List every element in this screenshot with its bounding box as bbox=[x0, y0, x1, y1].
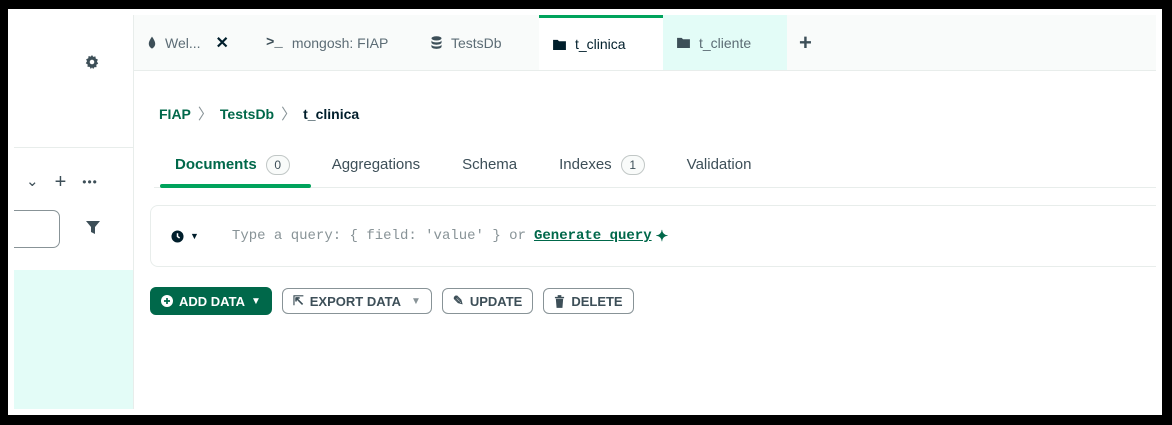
gear-icon[interactable] bbox=[85, 55, 99, 69]
sidebar-selected-area bbox=[14, 270, 133, 409]
breadcrumb-collection: t_clinica bbox=[303, 105, 360, 122]
update-button[interactable]: ✎ UPDATE bbox=[441, 288, 534, 314]
tab-documents[interactable]: Documents 0 bbox=[154, 142, 311, 188]
export-data-label: EXPORT DATA bbox=[309, 293, 402, 309]
terminal-icon: >_ bbox=[266, 34, 283, 51]
delete-button[interactable]: DELETE bbox=[543, 288, 634, 314]
tab-validation[interactable]: Validation bbox=[666, 142, 773, 187]
tab-indexes-label: Indexes bbox=[559, 156, 612, 173]
sparkle-icon: ✦ bbox=[655, 228, 669, 245]
export-icon: ⇱ bbox=[292, 293, 304, 308]
tab-aggregations[interactable]: Aggregations bbox=[311, 142, 441, 187]
close-icon[interactable]: ✕ bbox=[216, 33, 229, 53]
caret-down-icon: ▼ bbox=[250, 295, 261, 307]
sidebar-search-input[interactable] bbox=[14, 210, 60, 248]
query-input[interactable]: Type a query: { field: 'value' } or bbox=[232, 228, 526, 244]
new-tab-button[interactable]: + bbox=[787, 15, 824, 70]
tab-welcome[interactable]: Wel... ✕ bbox=[134, 15, 252, 70]
database-icon bbox=[431, 36, 442, 49]
tab-t-clinica[interactable]: t_clinica bbox=[539, 15, 663, 70]
tab-label: Wel... bbox=[165, 34, 201, 51]
collection-subtabs: Documents 0 Aggregations Schema Indexes … bbox=[154, 142, 1156, 188]
tab-bar: Wel... ✕ >_ mongosh: FIAP TestsDb t_clin… bbox=[134, 15, 1156, 71]
documents-count-badge: 0 bbox=[265, 154, 290, 175]
more-icon[interactable]: ••• bbox=[82, 175, 98, 189]
pencil-icon: ✎ bbox=[452, 293, 464, 308]
app-window: ⌄ + ••• Wel... ✕ >_ mongosh: FIAP TestsD… bbox=[14, 15, 1156, 409]
clock-icon bbox=[171, 229, 184, 243]
tab-label: t_cliente bbox=[699, 34, 752, 51]
breadcrumb-cluster[interactable]: FIAP bbox=[159, 106, 191, 122]
document-actions: ADD DATA ▼ ⇱ EXPORT DATA ▼ ✎ UPDATE DELE… bbox=[150, 287, 634, 315]
window-frame: ⌄ + ••• Wel... ✕ >_ mongosh: FIAP TestsD… bbox=[5, 6, 1165, 418]
add-data-label: ADD DATA bbox=[179, 293, 245, 309]
collapse-all-icon[interactable]: ⌄ bbox=[26, 174, 39, 189]
sidebar: ⌄ + ••• bbox=[14, 15, 134, 409]
caret-down-icon: ▼ bbox=[190, 231, 199, 241]
add-data-button[interactable]: ADD DATA ▼ bbox=[150, 287, 272, 315]
plus-icon: + bbox=[799, 29, 812, 55]
tab-mongosh[interactable]: >_ mongosh: FIAP bbox=[252, 15, 417, 70]
caret-down-icon: ▼ bbox=[411, 295, 421, 307]
plus-icon[interactable]: + bbox=[55, 172, 67, 192]
chevron-right-icon: 〉 bbox=[197, 106, 213, 123]
folder-icon bbox=[553, 39, 566, 50]
sidebar-divider bbox=[14, 147, 133, 148]
tab-t-cliente[interactable]: t_cliente bbox=[663, 15, 787, 70]
tab-label: t_clinica bbox=[575, 36, 626, 52]
tab-schema[interactable]: Schema bbox=[441, 142, 538, 187]
tab-indexes[interactable]: Indexes 1 bbox=[538, 142, 666, 187]
delete-label: DELETE bbox=[571, 293, 623, 309]
tab-label: TestsDb bbox=[451, 34, 502, 51]
trash-icon bbox=[555, 294, 565, 308]
tab-validation-label: Validation bbox=[686, 156, 752, 173]
filter-icon[interactable] bbox=[86, 221, 100, 235]
generate-query-link[interactable]: Generate query bbox=[534, 228, 652, 244]
tab-documents-label: Documents bbox=[175, 156, 257, 173]
breadcrumb: FIAP 〉 TestsDb 〉 t_clinica bbox=[159, 103, 359, 124]
leaf-icon bbox=[148, 36, 156, 49]
chevron-right-icon: 〉 bbox=[281, 106, 297, 123]
query-bar: ▼ Type a query: { field: 'value' } or Ge… bbox=[150, 205, 1156, 267]
export-data-button[interactable]: ⇱ EXPORT DATA ▼ bbox=[281, 288, 432, 314]
tab-testsdb[interactable]: TestsDb bbox=[417, 15, 539, 70]
tab-schema-label: Schema bbox=[462, 156, 518, 173]
breadcrumb-db[interactable]: TestsDb bbox=[220, 106, 274, 122]
query-history-button[interactable]: ▼ bbox=[171, 229, 199, 243]
sidebar-actions: ⌄ + ••• bbox=[26, 172, 98, 192]
indexes-count-badge: 1 bbox=[620, 154, 645, 175]
tab-aggregations-label: Aggregations bbox=[331, 156, 421, 173]
update-label: UPDATE bbox=[469, 293, 523, 309]
plus-circle-icon bbox=[161, 295, 173, 307]
folder-icon bbox=[677, 37, 690, 48]
tab-label: mongosh: FIAP bbox=[291, 34, 389, 51]
